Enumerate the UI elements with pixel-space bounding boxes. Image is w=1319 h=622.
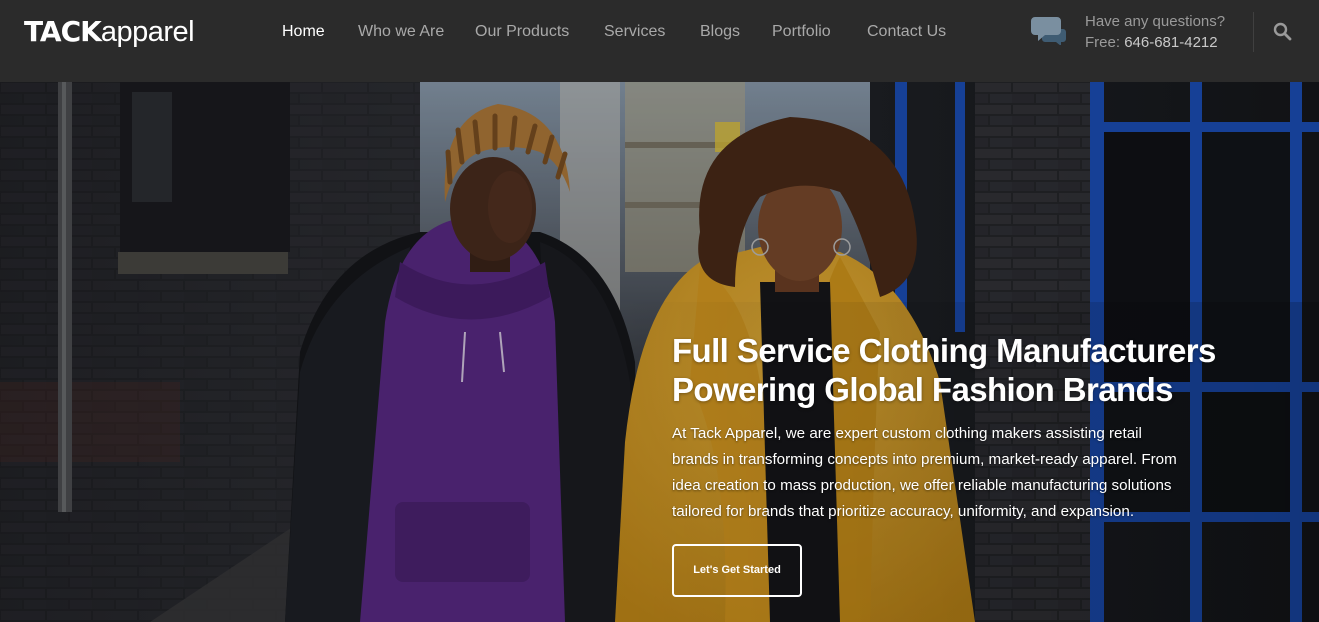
hero-title-line-2: Powering Global Fashion Brands <box>672 371 1174 408</box>
hero-description-line-3: idea creation to mass production, we off… <box>672 477 1172 494</box>
site-header: TACKapparel Home Who we Are Our Products… <box>0 0 1319 82</box>
hero-description-line-1: At Tack Apparel, we are expert custom cl… <box>672 425 1142 442</box>
contact-question: Have any questions? <box>1085 13 1226 30</box>
chat-bubble-icon <box>1031 17 1066 45</box>
hero-banner: Full Service Clothing Manufacturers Powe… <box>0 82 1319 622</box>
hero-title-line-1: Full Service Clothing Manufacturers <box>672 332 1216 369</box>
nav-blogs[interactable]: Blogs <box>700 21 740 43</box>
nav-contact-us[interactable]: Contact Us <box>867 21 946 43</box>
nav-portfolio[interactable]: Portfolio <box>772 21 831 43</box>
phone-number[interactable]: 646-681-4212 <box>1124 34 1217 51</box>
hero-description: At Tack Apparel, we are expert custom cl… <box>672 421 1262 525</box>
nav-who-we-are[interactable]: Who we Are <box>358 21 444 43</box>
site-logo[interactable]: TACKapparel <box>24 15 195 49</box>
header-divider <box>1253 12 1254 52</box>
logo-bold-text: TACK <box>24 15 102 48</box>
contact-info: Have any questions? Free: 646-681-4212 <box>1085 11 1225 53</box>
hero-description-line-2: brands in transforming concepts into pre… <box>672 451 1177 468</box>
hero-title: Full Service Clothing Manufacturers Powe… <box>672 331 1292 409</box>
contact-phone: Free: 646-681-4212 <box>1085 32 1225 53</box>
get-started-button[interactable]: Let's Get Started <box>672 544 802 597</box>
hero-description-line-4: tailored for brands that prioritize accu… <box>672 503 1135 520</box>
nav-services[interactable]: Services <box>604 21 665 43</box>
logo-light-text: apparel <box>100 16 195 48</box>
search-icon[interactable] <box>1273 22 1292 41</box>
nav-our-products[interactable]: Our Products <box>475 21 569 43</box>
nav-home[interactable]: Home <box>282 21 325 43</box>
phone-label: Free: <box>1085 34 1125 51</box>
